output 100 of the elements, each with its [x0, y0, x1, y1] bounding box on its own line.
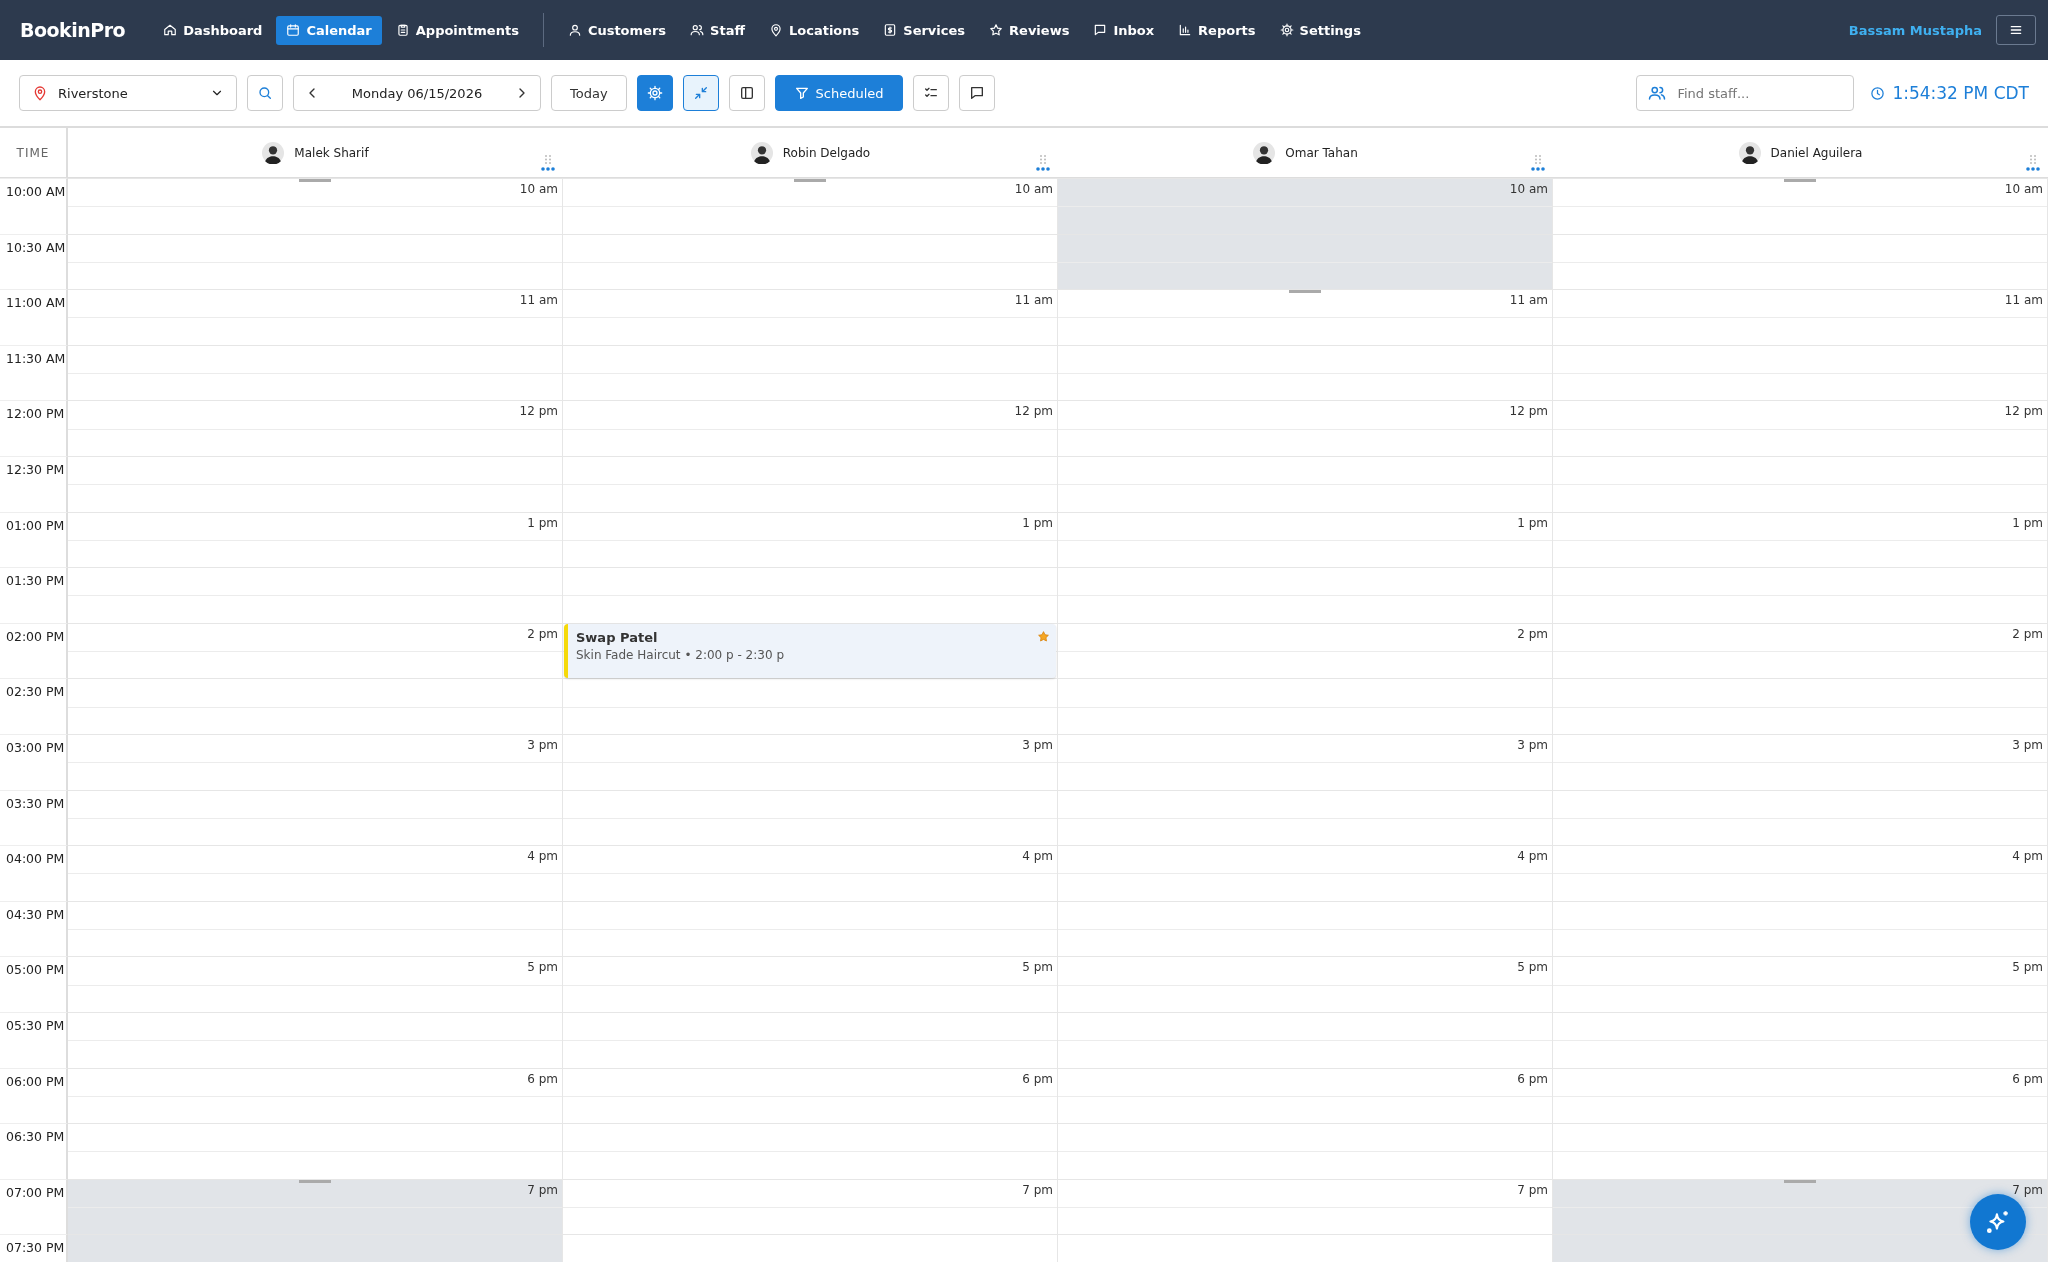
- nav-item[interactable]: Settings: [1269, 15, 1371, 45]
- more-options-icon[interactable]: [2026, 167, 2040, 171]
- today-button[interactable]: Today: [551, 75, 627, 111]
- nav-item[interactable]: Appointments: [385, 15, 529, 45]
- gear-icon: [646, 85, 663, 101]
- nav-item[interactable]: Staff: [680, 15, 755, 45]
- resize-handle[interactable]: [299, 179, 331, 182]
- time-slot[interactable]: 10 am: [68, 178, 563, 234]
- time-label: 02:30 PM: [6, 684, 65, 700]
- time-slot[interactable]: 6 pm: [1553, 1067, 2048, 1124]
- hour-label: 3 pm: [527, 737, 558, 752]
- resize-handle[interactable]: [1784, 179, 1816, 182]
- hour-label: 4 pm: [2012, 849, 2043, 864]
- unavailable-slot[interactable]: 7 pm: [1553, 1178, 2048, 1235]
- time-slot[interactable]: 2 pm: [68, 622, 563, 679]
- time-slot[interactable]: 12 pm: [563, 400, 1058, 456]
- time-slot[interactable]: 12 pm: [1553, 400, 2048, 456]
- time-slot[interactable]: 4 pm: [68, 845, 563, 901]
- time-slot[interactable]: 11 am: [1058, 289, 1553, 345]
- hour-label: 5 pm: [527, 960, 558, 975]
- time-slot[interactable]: 2 pm: [1553, 622, 2048, 679]
- time-label: 04:00 PM: [6, 851, 65, 867]
- time-slot[interactable]: 1 pm: [1553, 511, 2048, 568]
- unavailable-slot[interactable]: 7 pm: [68, 1178, 563, 1235]
- time-slot[interactable]: 6 pm: [1058, 1067, 1553, 1124]
- time-slot[interactable]: 2 pm: [1058, 622, 1553, 679]
- hour-label: 7 pm: [527, 1182, 558, 1197]
- map-pin-icon: [768, 23, 783, 37]
- nav-item[interactable]: Reviews: [979, 15, 1080, 45]
- more-options-icon[interactable]: [1036, 167, 1050, 171]
- resize-handle[interactable]: [794, 179, 826, 182]
- nav-item[interactable]: Reports: [1168, 15, 1266, 45]
- resize-handle[interactable]: [1784, 1179, 1816, 1183]
- time-slot[interactable]: 4 pm: [1058, 845, 1553, 901]
- hour-label: 11 am: [519, 293, 558, 308]
- time-slot[interactable]: 11 am: [563, 289, 1058, 345]
- drag-handle-icon[interactable]: [545, 155, 551, 164]
- time-slot[interactable]: 4 pm: [1553, 845, 2048, 901]
- checklist-button[interactable]: [912, 75, 949, 111]
- nav-item[interactable]: Services: [873, 15, 976, 45]
- resize-handle[interactable]: [1289, 290, 1321, 294]
- appointment-card[interactable]: Swap Patel Skin Fade Haircut • 2:00 p - 2:30 p: [564, 623, 1056, 678]
- settings-button[interactable]: [636, 75, 673, 111]
- sidebar-toggle-button[interactable]: [728, 75, 765, 111]
- time-slot[interactable]: 3 pm: [1553, 733, 2048, 790]
- time-slot[interactable]: 10 am: [563, 178, 1058, 234]
- time-slot[interactable]: 11 am: [68, 289, 563, 345]
- time-slot[interactable]: 4 pm: [563, 845, 1058, 901]
- time-label: 03:30 PM: [6, 795, 65, 811]
- time-slot[interactable]: 3 pm: [1058, 733, 1553, 790]
- resize-handle[interactable]: [299, 1179, 331, 1183]
- chat-button[interactable]: [958, 75, 995, 111]
- nav-item[interactable]: Locations: [758, 15, 870, 45]
- more-options-icon[interactable]: [1531, 167, 1545, 171]
- time-slot[interactable]: 11 am: [1553, 289, 2048, 345]
- map-pin-icon: [32, 85, 48, 101]
- users-icon: [690, 23, 705, 37]
- time-slot[interactable]: 1 pm: [563, 511, 1058, 568]
- time-label: 10:00 AM: [6, 184, 66, 199]
- date-label: Monday 06/15/2026: [351, 85, 483, 101]
- time-slot[interactable]: 3 pm: [68, 733, 563, 790]
- users-icon: [1648, 84, 1667, 102]
- time-slot[interactable]: 5 pm: [1553, 956, 2048, 1012]
- collapse-button[interactable]: [682, 75, 719, 111]
- nav-item[interactable]: Dashboard: [153, 15, 273, 45]
- time-slot[interactable]: 6 pm: [68, 1067, 563, 1124]
- more-options-icon[interactable]: [541, 167, 555, 171]
- staff-name: Robin Delgado: [782, 145, 871, 160]
- time-slot[interactable]: 1 pm: [68, 511, 563, 568]
- date-navigator[interactable]: Monday 06/15/2026: [293, 75, 541, 111]
- nav-item[interactable]: Customers: [557, 15, 677, 45]
- time-slot[interactable]: 7 pm: [1058, 1178, 1553, 1235]
- staff-search-field[interactable]: Find staff...: [1636, 75, 1855, 111]
- nav-item[interactable]: Calendar: [276, 15, 382, 45]
- time-slot[interactable]: 5 pm: [1058, 956, 1553, 1012]
- nav-item[interactable]: Inbox: [1083, 15, 1165, 45]
- time-slot[interactable]: 10 am: [1553, 178, 2048, 234]
- filter-button[interactable]: Scheduled: [774, 75, 903, 111]
- time-slot[interactable]: 7 pm: [563, 1178, 1058, 1235]
- hour-label: 10 am: [1509, 182, 1548, 196]
- menu-button[interactable]: [1996, 15, 2036, 45]
- unavailable-slot[interactable]: 10 am: [1058, 178, 1553, 234]
- search-button[interactable]: [247, 75, 283, 111]
- drag-handle-icon[interactable]: [2030, 155, 2036, 164]
- time-slot[interactable]: 3 pm: [563, 733, 1058, 790]
- brand-logo[interactable]: BookinPro: [20, 19, 126, 41]
- location-select[interactable]: Riverstone: [19, 75, 237, 111]
- hour-label: 4 pm: [1517, 849, 1548, 864]
- time-slot[interactable]: 6 pm: [563, 1067, 1058, 1124]
- user-name[interactable]: Bassam Mustapha: [1848, 22, 1982, 38]
- time-slot[interactable]: 5 pm: [68, 956, 563, 1012]
- drag-handle-icon[interactable]: [1040, 155, 1046, 164]
- hour-label: 6 pm: [2012, 1071, 2043, 1086]
- hour-label: 12 pm: [1014, 404, 1053, 419]
- time-slot[interactable]: 12 pm: [1058, 400, 1553, 456]
- time-slot[interactable]: 5 pm: [563, 956, 1058, 1012]
- hour-label: 1 pm: [1517, 515, 1548, 530]
- time-slot[interactable]: 12 pm: [68, 400, 563, 456]
- time-slot[interactable]: 1 pm: [1058, 511, 1553, 568]
- drag-handle-icon[interactable]: [1535, 155, 1541, 164]
